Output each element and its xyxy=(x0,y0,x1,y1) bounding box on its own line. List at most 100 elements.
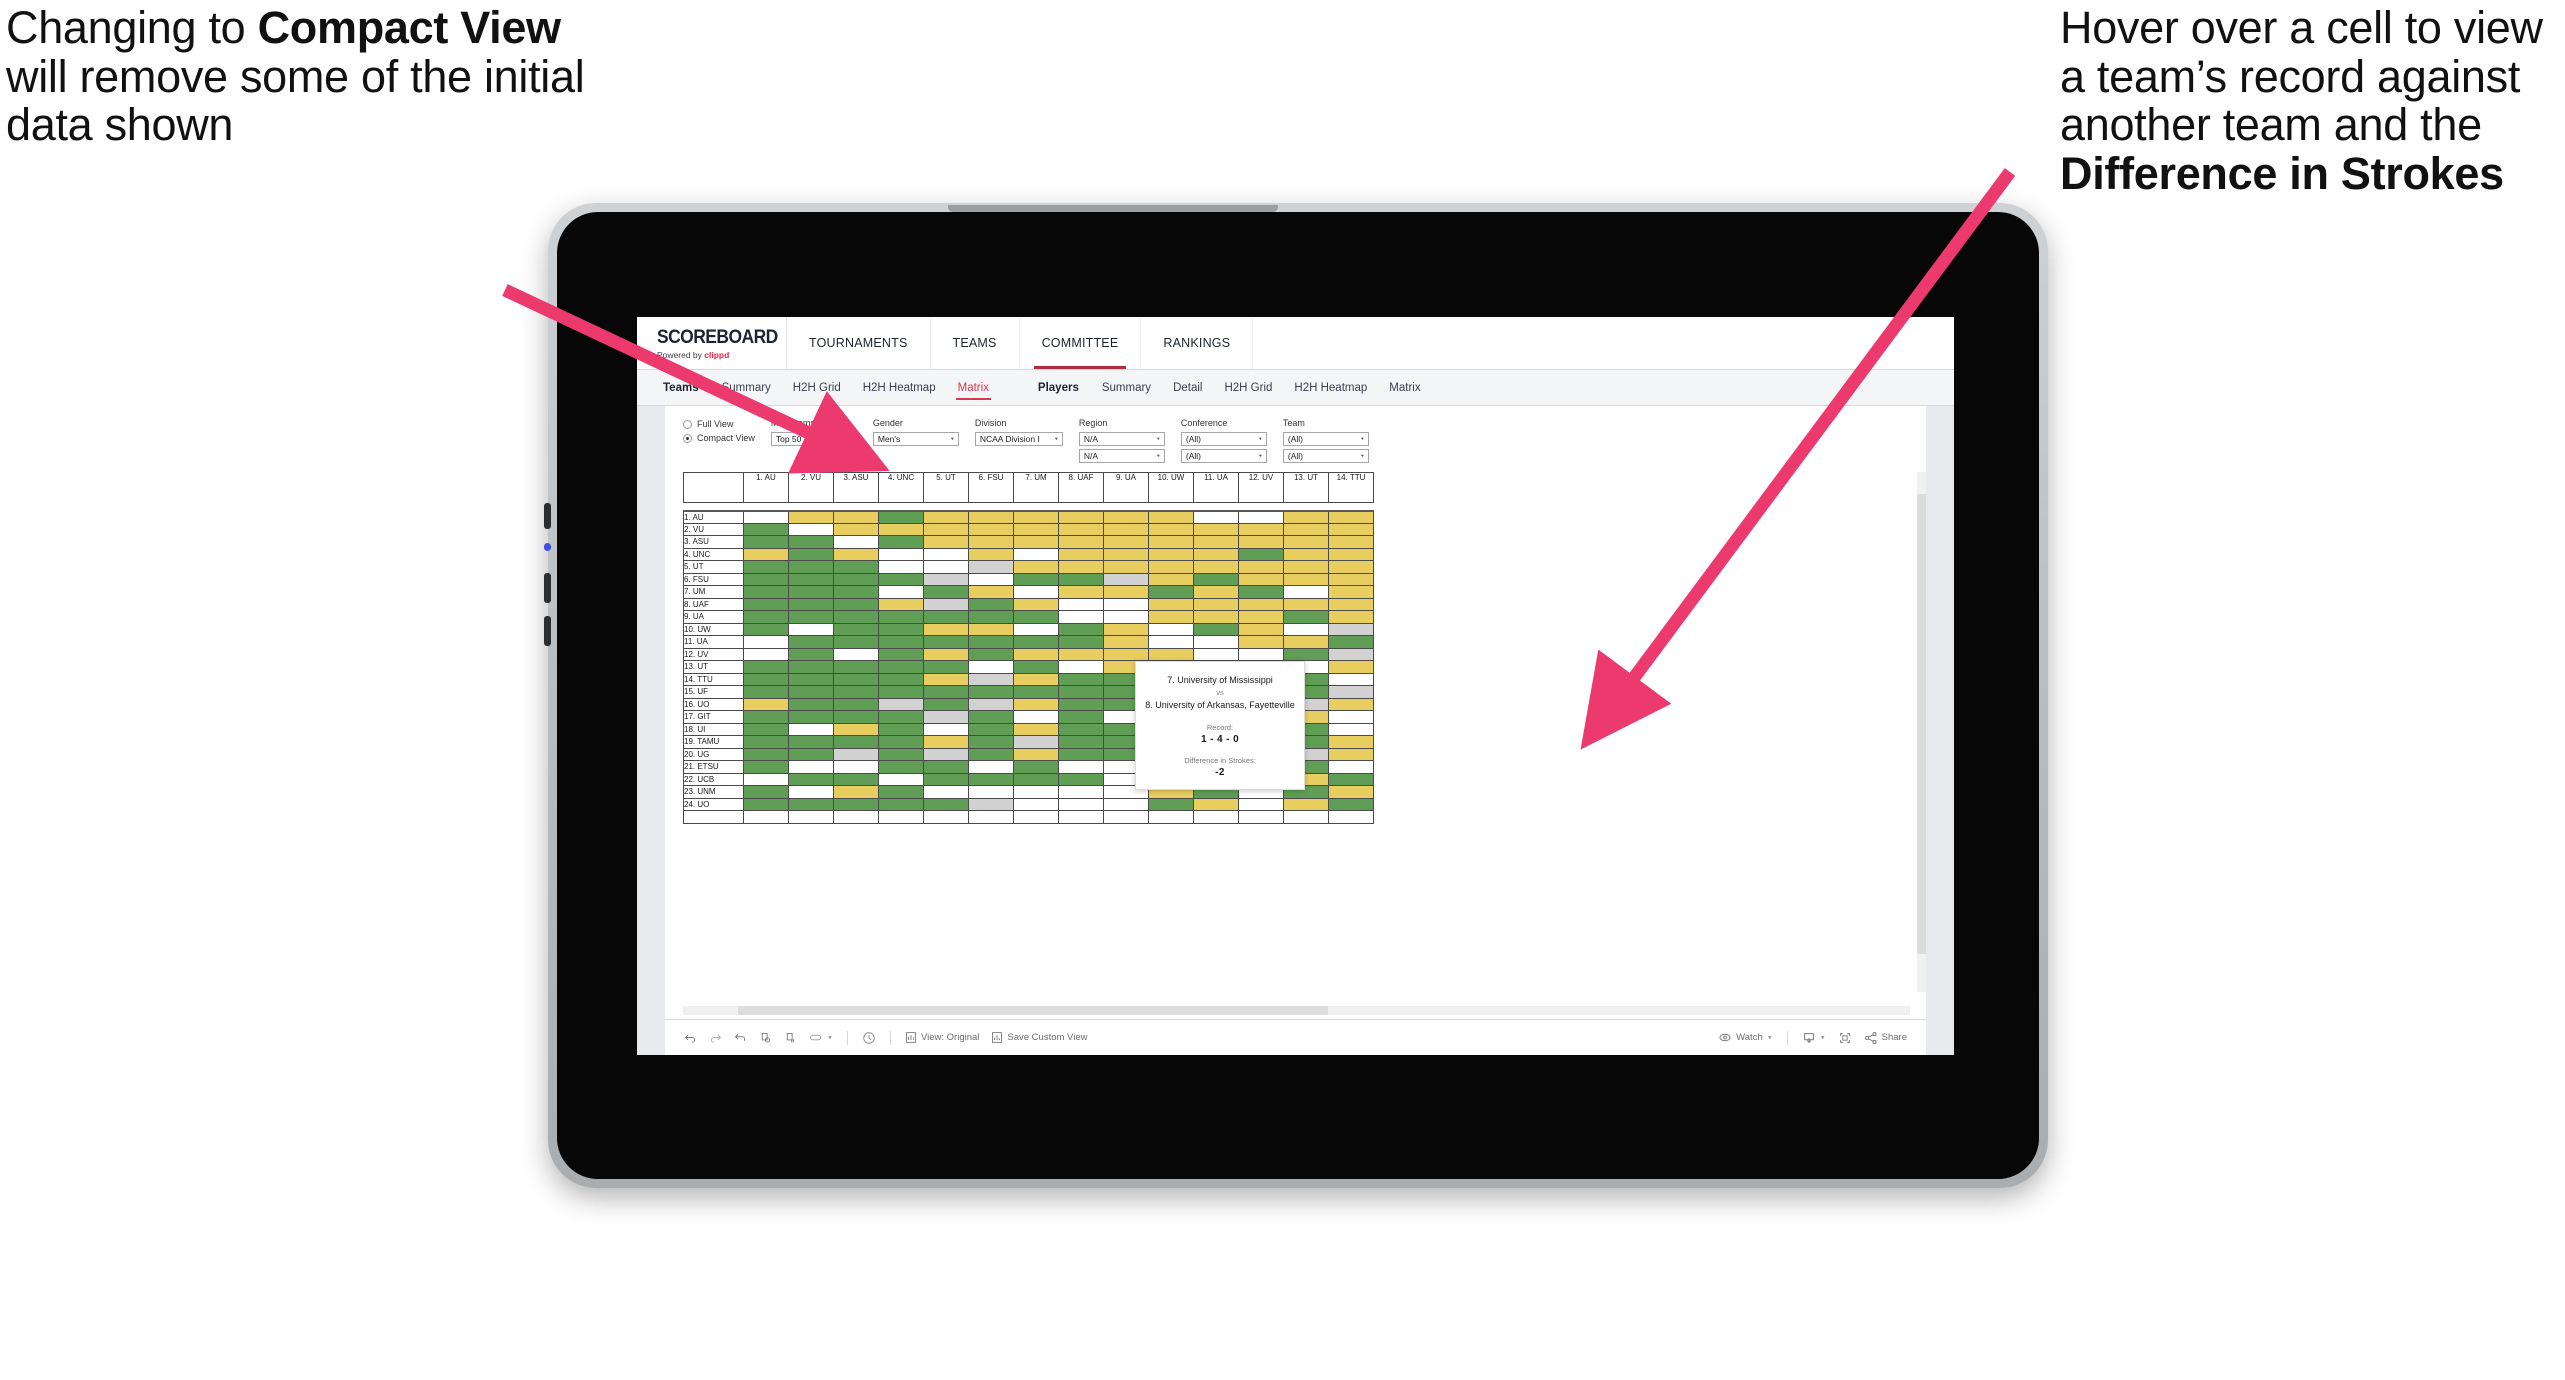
matrix-cell[interactable] xyxy=(878,660,924,674)
matrix-cell[interactable] xyxy=(878,547,924,561)
radio-compact-view[interactable]: Compact View xyxy=(683,433,755,443)
matrix-cell[interactable] xyxy=(878,810,924,824)
matrix-row-header[interactable]: 5. UT xyxy=(683,560,744,574)
redo-button[interactable] xyxy=(704,1027,727,1049)
matrix-cell[interactable] xyxy=(1058,785,1104,799)
matrix-cell[interactable] xyxy=(1238,547,1284,561)
matrix-cell[interactable] xyxy=(968,672,1014,686)
matrix-cell[interactable] xyxy=(788,560,834,574)
matrix-cell[interactable] xyxy=(968,547,1014,561)
matrix-cell[interactable] xyxy=(1058,760,1104,774)
view-original-button[interactable]: View: Original xyxy=(900,1027,984,1049)
matrix-cell[interactable] xyxy=(1238,572,1284,586)
matrix-cell[interactable] xyxy=(1283,810,1329,824)
matrix-cell[interactable] xyxy=(1103,585,1149,599)
matrix-row-header[interactable]: 8. UAF xyxy=(683,597,744,611)
matrix-cell[interactable] xyxy=(1238,635,1284,649)
matrix-cell[interactable] xyxy=(968,572,1014,586)
matrix-cell[interactable] xyxy=(788,610,834,624)
matrix-row-header[interactable]: 20. UG xyxy=(683,747,744,761)
matrix-cell[interactable] xyxy=(788,810,834,824)
matrix-cell[interactable] xyxy=(1193,535,1239,549)
matrix-cell[interactable] xyxy=(1283,510,1329,524)
matrix-cell[interactable] xyxy=(1058,697,1104,711)
save-custom-view-button[interactable]: Save Custom View xyxy=(986,1027,1092,1049)
matrix-cell[interactable] xyxy=(1013,785,1059,799)
matrix-cell[interactable] xyxy=(833,810,879,824)
matrix-cell[interactable] xyxy=(1193,510,1239,524)
matrix-col-header[interactable]: 2. VU xyxy=(788,472,834,503)
matrix-cell[interactable] xyxy=(968,772,1014,786)
matrix-cell[interactable] xyxy=(743,597,789,611)
matrix-cell[interactable] xyxy=(743,685,789,699)
matrix-cell[interactable] xyxy=(1148,572,1194,586)
matrix-cell[interactable] xyxy=(743,547,789,561)
matrix-col-header[interactable]: 6. FSU xyxy=(968,472,1014,503)
matrix-cell[interactable] xyxy=(833,535,879,549)
nav-item-committee[interactable]: COMMITTEE xyxy=(1020,317,1142,369)
matrix-cell[interactable] xyxy=(1013,547,1059,561)
matrix-horizontal-scroll-thumb[interactable] xyxy=(738,1006,1328,1015)
matrix-cell[interactable] xyxy=(1328,697,1374,711)
matrix-cell[interactable] xyxy=(1058,610,1104,624)
matrix-cell[interactable] xyxy=(1328,610,1374,624)
matrix-cell[interactable] xyxy=(923,522,969,536)
matrix-cell[interactable] xyxy=(878,697,924,711)
matrix-cell[interactable] xyxy=(923,810,969,824)
matrix-cell[interactable] xyxy=(1058,735,1104,749)
history-button[interactable] xyxy=(857,1027,881,1049)
matrix-cell[interactable] xyxy=(968,810,1014,824)
matrix-col-header[interactable]: 3. ASU xyxy=(833,472,879,503)
matrix-cell[interactable] xyxy=(1148,647,1194,661)
matrix-row-header[interactable]: 3. ASU xyxy=(683,535,744,549)
matrix-cell[interactable] xyxy=(833,597,879,611)
matrix-cell[interactable] xyxy=(1283,535,1329,549)
matrix-cell[interactable] xyxy=(1148,522,1194,536)
matrix-cell[interactable] xyxy=(1013,660,1059,674)
matrix-cell[interactable] xyxy=(1103,797,1149,811)
matrix-cell[interactable] xyxy=(788,660,834,674)
matrix-cell[interactable] xyxy=(968,610,1014,624)
matrix-row-header[interactable]: 18. UI xyxy=(683,722,744,736)
matrix-cell[interactable] xyxy=(968,710,1014,724)
matrix-cell[interactable] xyxy=(788,710,834,724)
matrix-cell[interactable] xyxy=(1103,510,1149,524)
matrix-cell[interactable] xyxy=(833,797,879,811)
matrix-row-header[interactable]: 2. VU xyxy=(683,522,744,536)
matrix-cell[interactable] xyxy=(788,685,834,699)
matrix-cell[interactable] xyxy=(1013,697,1059,711)
matrix-cell[interactable] xyxy=(923,572,969,586)
matrix-cell[interactable] xyxy=(743,560,789,574)
matrix-cell[interactable] xyxy=(833,510,879,524)
matrix-row-header[interactable]: 12. UV xyxy=(683,647,744,661)
matrix-cell[interactable] xyxy=(1283,610,1329,624)
matrix-cell[interactable] xyxy=(878,735,924,749)
matrix-cell[interactable] xyxy=(1283,585,1329,599)
watch-button[interactable]: Watch ▼ xyxy=(1713,1027,1778,1049)
matrix-cell[interactable] xyxy=(1013,735,1059,749)
matrix-cell[interactable] xyxy=(1148,535,1194,549)
matrix-cell[interactable] xyxy=(788,760,834,774)
matrix-cell[interactable] xyxy=(1013,597,1059,611)
matrix-cell[interactable] xyxy=(743,510,789,524)
matrix-cell[interactable] xyxy=(878,785,924,799)
matrix-cell[interactable] xyxy=(833,585,879,599)
matrix-cell[interactable] xyxy=(1328,710,1374,724)
matrix-cell[interactable] xyxy=(1193,572,1239,586)
matrix-cell[interactable] xyxy=(968,735,1014,749)
matrix-cell[interactable] xyxy=(1328,797,1374,811)
tab-teams-h2h-heatmap[interactable]: H2H Heatmap xyxy=(852,370,947,406)
matrix-cell[interactable] xyxy=(743,610,789,624)
matrix-cell[interactable] xyxy=(1013,810,1059,824)
matrix-cell[interactable] xyxy=(1283,622,1329,636)
matrix-row-header[interactable]: 22. UCB xyxy=(683,772,744,786)
matrix-cell[interactable] xyxy=(788,647,834,661)
matrix-cell[interactable] xyxy=(1193,622,1239,636)
matrix-cell[interactable] xyxy=(833,722,879,736)
matrix-cell[interactable] xyxy=(1238,522,1284,536)
matrix-cell[interactable] xyxy=(833,635,879,649)
matrix-cell[interactable] xyxy=(1103,560,1149,574)
matrix-cell[interactable] xyxy=(923,710,969,724)
tab-players-h2h-grid[interactable]: H2H Grid xyxy=(1213,370,1283,406)
matrix-cell[interactable] xyxy=(1328,760,1374,774)
